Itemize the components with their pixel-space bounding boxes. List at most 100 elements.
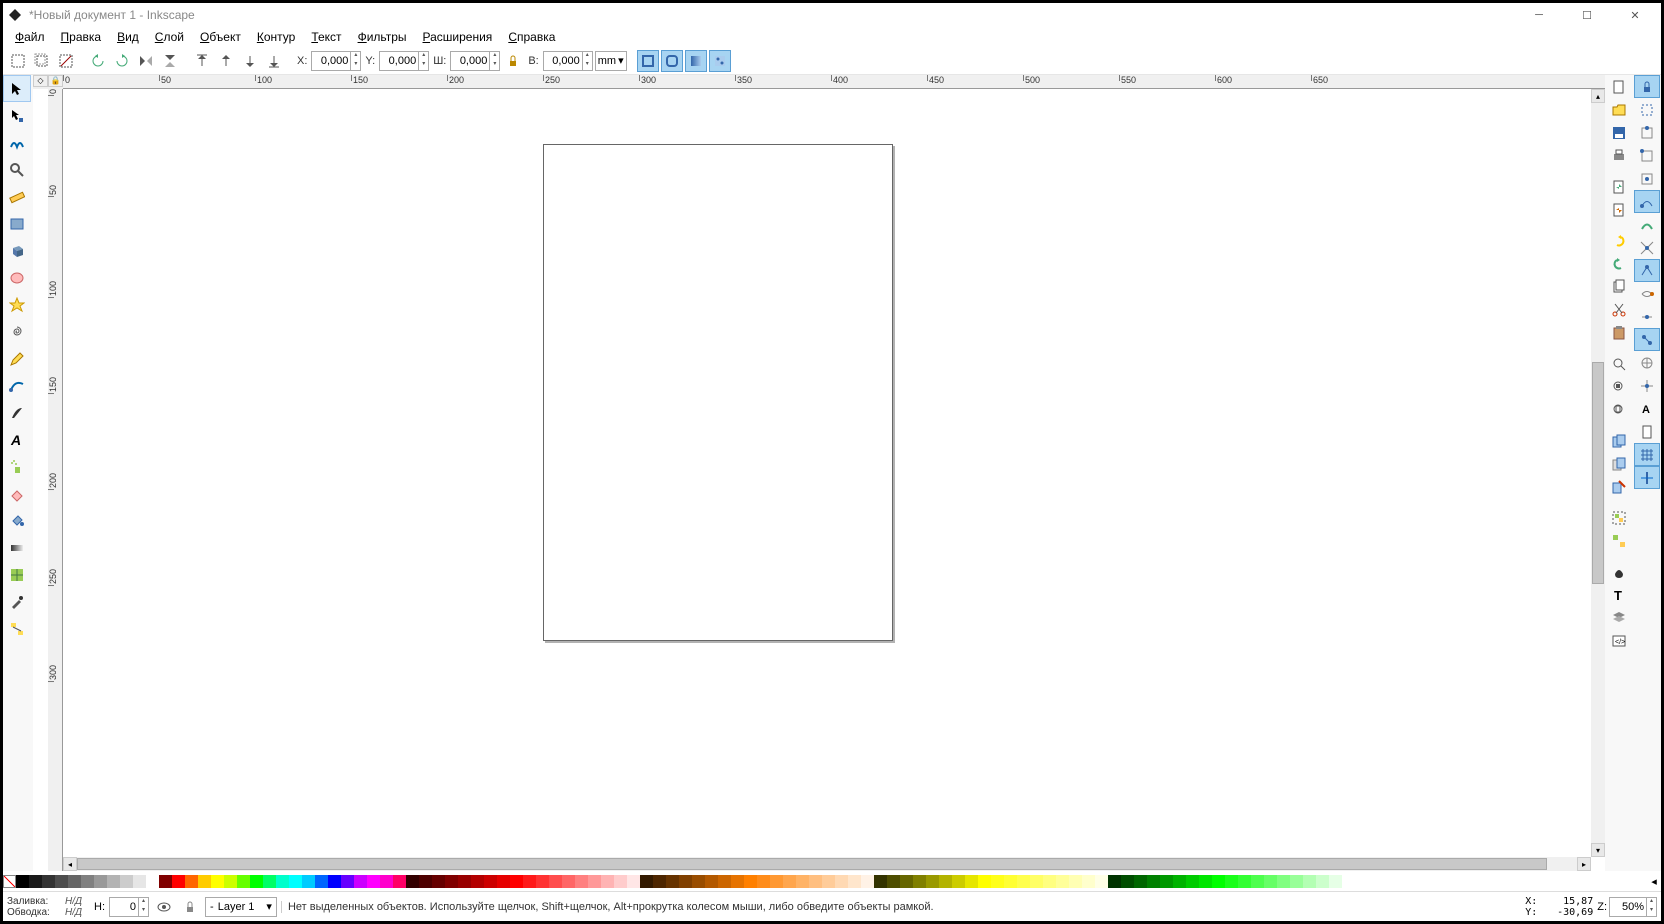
- color-swatch[interactable]: [926, 875, 939, 888]
- pencil-tool[interactable]: [3, 345, 31, 372]
- color-swatch[interactable]: [1290, 875, 1303, 888]
- color-swatch[interactable]: [94, 875, 107, 888]
- color-swatch[interactable]: [653, 875, 666, 888]
- color-swatch[interactable]: [1160, 875, 1173, 888]
- menu-view[interactable]: Вид: [111, 28, 145, 46]
- color-swatch[interactable]: [640, 875, 653, 888]
- cut-button[interactable]: [1606, 298, 1632, 321]
- color-swatch[interactable]: [783, 875, 796, 888]
- color-swatch[interactable]: [1303, 875, 1316, 888]
- menu-object[interactable]: Объект: [194, 28, 247, 46]
- connector-tool[interactable]: [3, 615, 31, 642]
- horizontal-scrollbar[interactable]: ◂ ▸: [63, 857, 1591, 871]
- snap-bbox-corner-toggle[interactable]: [1634, 144, 1660, 167]
- mesh-tool[interactable]: [3, 561, 31, 588]
- guide-lock-toggle[interactable]: ◇: [33, 75, 48, 87]
- color-swatch[interactable]: [211, 875, 224, 888]
- affect-gradient-toggle[interactable]: [685, 50, 707, 72]
- color-swatch[interactable]: [1004, 875, 1017, 888]
- color-swatch[interactable]: [952, 875, 965, 888]
- color-swatch[interactable]: [900, 875, 913, 888]
- lock-aspect-button[interactable]: [502, 50, 524, 72]
- menu-help[interactable]: Справка: [502, 28, 561, 46]
- snap-nodes-toggle[interactable]: [1634, 190, 1660, 213]
- zoom-drawing-button[interactable]: [1606, 375, 1632, 398]
- text-dialog-button[interactable]: T: [1606, 583, 1632, 606]
- color-swatch[interactable]: [341, 875, 354, 888]
- maximize-button[interactable]: ☐: [1573, 5, 1601, 25]
- color-swatch[interactable]: [1238, 875, 1251, 888]
- save-doc-button[interactable]: [1606, 121, 1632, 144]
- copy-button[interactable]: [1606, 275, 1632, 298]
- affect-pattern-toggle[interactable]: [709, 50, 731, 72]
- snap-others-toggle[interactable]: [1634, 328, 1660, 351]
- color-swatch[interactable]: [1069, 875, 1082, 888]
- print-button[interactable]: [1606, 144, 1632, 167]
- color-swatch[interactable]: [1134, 875, 1147, 888]
- color-swatch[interactable]: [549, 875, 562, 888]
- color-swatch[interactable]: [1173, 875, 1186, 888]
- color-swatch[interactable]: [68, 875, 81, 888]
- color-swatch[interactable]: [874, 875, 887, 888]
- raise-button[interactable]: [215, 50, 237, 72]
- raise-top-button[interactable]: [191, 50, 213, 72]
- color-swatch[interactable]: [1277, 875, 1290, 888]
- spiral-tool[interactable]: [3, 318, 31, 345]
- color-swatch[interactable]: [1251, 875, 1264, 888]
- snap-bbox-edge-toggle[interactable]: [1634, 121, 1660, 144]
- unit-select[interactable]: mm▾: [595, 51, 627, 71]
- snap-text-toggle[interactable]: A: [1634, 397, 1660, 420]
- color-swatch[interactable]: [1212, 875, 1225, 888]
- unlink-clone-button[interactable]: [1606, 475, 1632, 498]
- color-swatch[interactable]: [380, 875, 393, 888]
- color-swatch[interactable]: [978, 875, 991, 888]
- color-swatch[interactable]: [133, 875, 146, 888]
- palette-menu-button[interactable]: ◂: [1647, 875, 1661, 888]
- color-swatch[interactable]: [913, 875, 926, 888]
- rectangle-tool[interactable]: [3, 210, 31, 237]
- color-swatch[interactable]: [497, 875, 510, 888]
- color-swatch[interactable]: [588, 875, 601, 888]
- color-swatch[interactable]: [1108, 875, 1121, 888]
- color-swatch[interactable]: [627, 875, 640, 888]
- selector-tool[interactable]: [3, 75, 31, 102]
- color-swatch[interactable]: [939, 875, 952, 888]
- snap-enable-toggle[interactable]: [1634, 75, 1660, 98]
- node-tool[interactable]: [3, 102, 31, 129]
- canvas-viewport[interactable]: [63, 89, 1591, 857]
- vertical-scrollbar[interactable]: ▴ ▾: [1591, 89, 1605, 857]
- layer-visibility-toggle[interactable]: [153, 896, 175, 918]
- color-swatch[interactable]: [562, 875, 575, 888]
- menu-path[interactable]: Контур: [251, 28, 301, 46]
- deselect-button[interactable]: [55, 50, 77, 72]
- color-swatch[interactable]: [536, 875, 549, 888]
- select-all-layers-button[interactable]: [31, 50, 53, 72]
- color-swatch[interactable]: [744, 875, 757, 888]
- color-swatch[interactable]: [718, 875, 731, 888]
- layers-button[interactable]: [1606, 606, 1632, 629]
- snap-page-toggle[interactable]: [1634, 420, 1660, 443]
- color-swatch[interactable]: [575, 875, 588, 888]
- dropper-tool[interactable]: [3, 588, 31, 615]
- color-swatch[interactable]: [198, 875, 211, 888]
- snap-path-toggle[interactable]: [1634, 213, 1660, 236]
- fill-stroke-button[interactable]: [1606, 560, 1632, 583]
- color-swatch[interactable]: [42, 875, 55, 888]
- h-input[interactable]: ▴▾: [543, 51, 593, 71]
- x-input[interactable]: ▴▾: [311, 51, 361, 71]
- minimize-button[interactable]: ─: [1525, 5, 1553, 25]
- no-color-swatch[interactable]: [3, 875, 16, 888]
- color-swatch[interactable]: [237, 875, 250, 888]
- circle-tool[interactable]: [3, 264, 31, 291]
- color-swatch[interactable]: [432, 875, 445, 888]
- ungroup-button[interactable]: [1606, 529, 1632, 552]
- guide-lock-icon[interactable]: 🔒: [48, 75, 63, 87]
- color-swatch[interactable]: [1082, 875, 1095, 888]
- color-swatch[interactable]: [55, 875, 68, 888]
- color-swatch[interactable]: [822, 875, 835, 888]
- color-swatch[interactable]: [601, 875, 614, 888]
- undo-button[interactable]: [1606, 229, 1632, 252]
- color-swatch[interactable]: [848, 875, 861, 888]
- color-swatch[interactable]: [1095, 875, 1108, 888]
- color-swatch[interactable]: [250, 875, 263, 888]
